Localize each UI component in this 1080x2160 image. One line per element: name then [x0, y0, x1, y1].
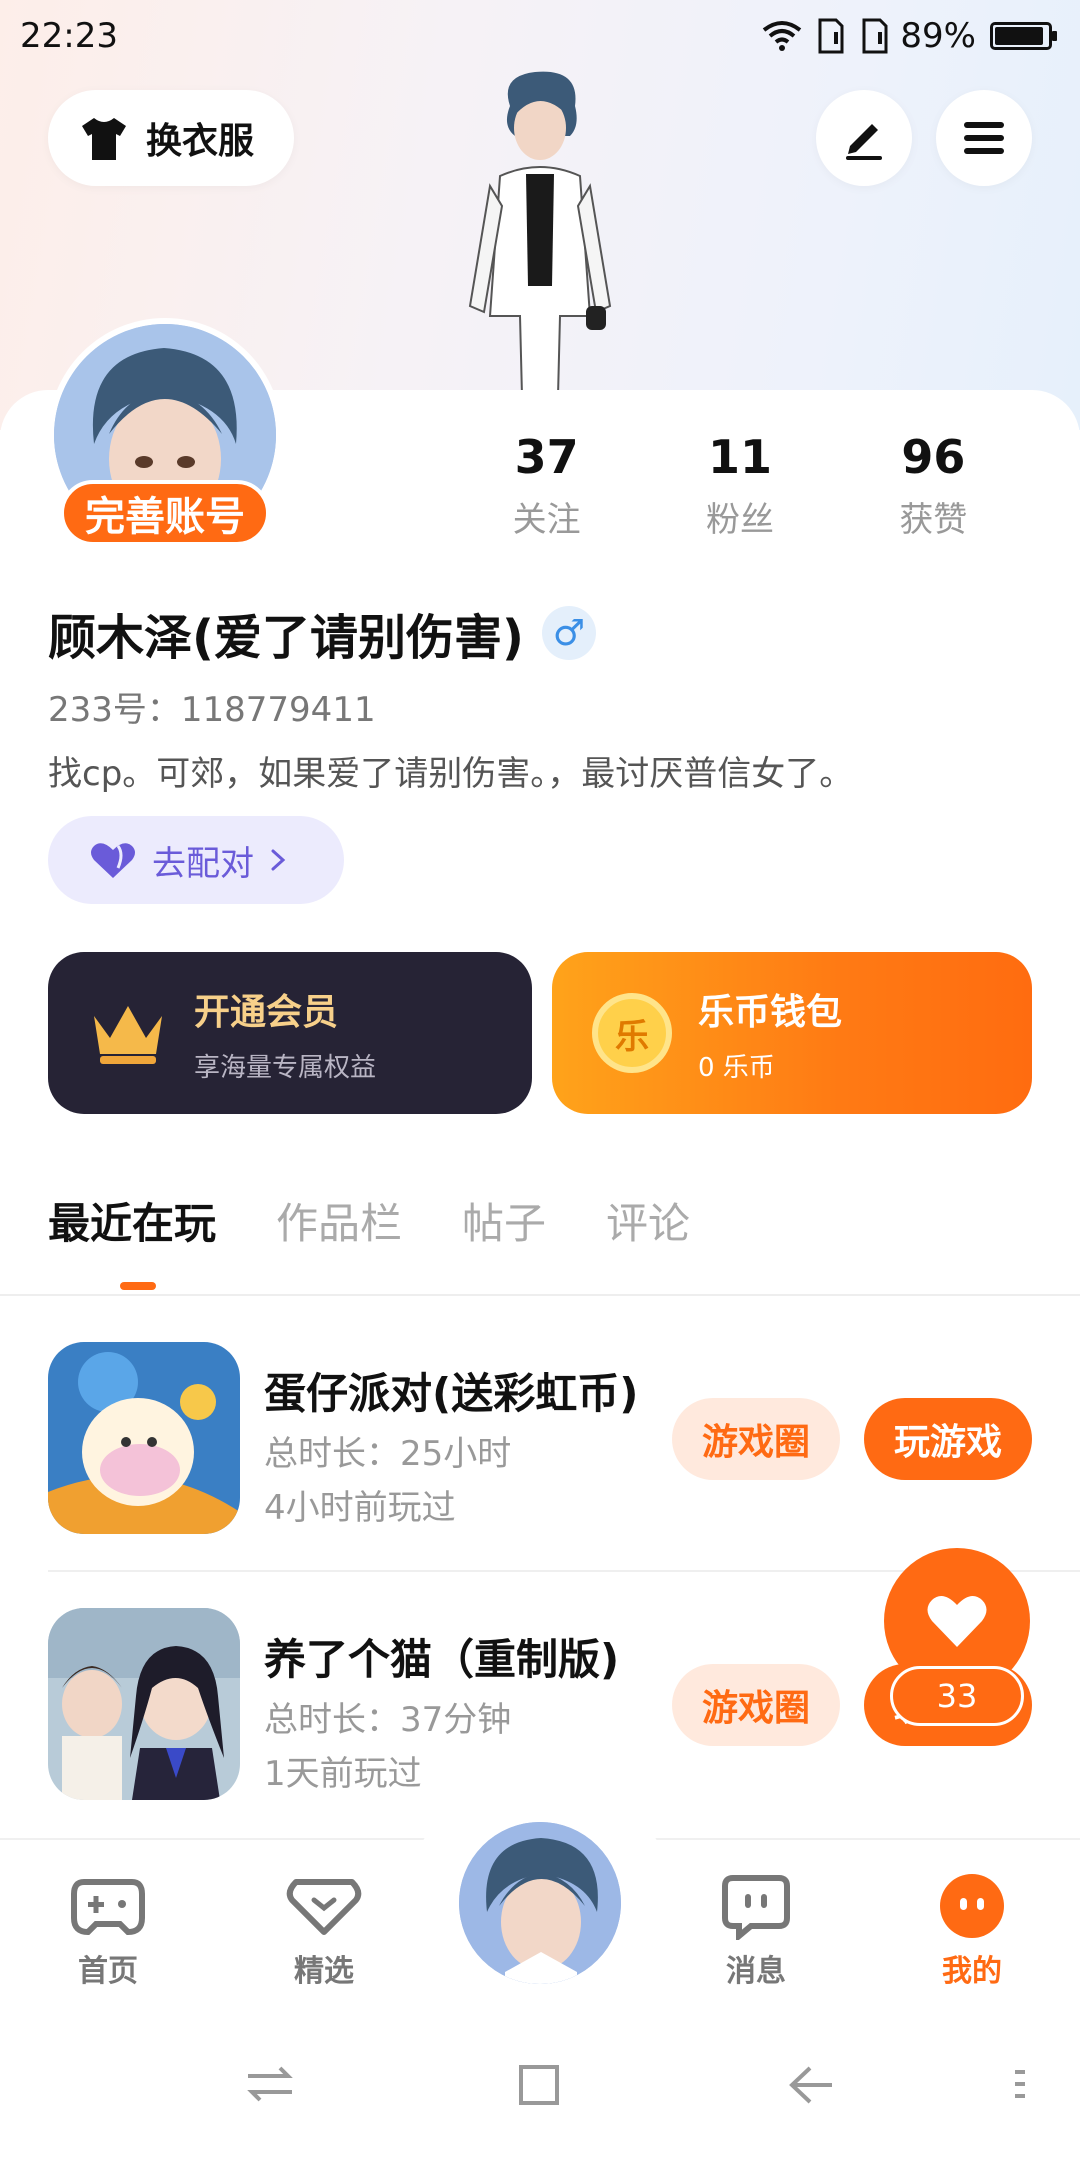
match-label: 去配对: [152, 843, 254, 884]
switch-app-icon[interactable]: [244, 2062, 296, 2106]
back-arrow-icon[interactable]: [786, 2062, 836, 2108]
game-duration: 总时长：37分钟: [264, 1700, 512, 1740]
game-last-played: 4小时前玩过: [264, 1488, 456, 1528]
match-button[interactable]: 去配对: [48, 816, 344, 904]
tab-recently-played[interactable]: 最近在玩: [48, 1190, 216, 1290]
change-outfit-label: 换衣服: [146, 121, 255, 162]
game-last-played: 1天前玩过: [264, 1754, 422, 1794]
pencil-icon: [846, 124, 882, 160]
game-duration: 总时长：25小时: [264, 1434, 512, 1474]
home-square-icon[interactable]: [516, 2062, 562, 2108]
stat-value: 11: [707, 430, 772, 484]
game-circle-button[interactable]: 游戏圈: [672, 1664, 840, 1746]
edit-button[interactable]: [816, 90, 912, 186]
status-time: 22:23: [20, 16, 118, 56]
nav-label: 我的: [942, 1954, 1002, 1989]
game-name: 养了个猫（重制版): [264, 1635, 620, 1684]
profile-tabs: 最近在玩 作品栏 帖子 评论: [48, 1190, 690, 1290]
stat-following[interactable]: 37 关注: [450, 430, 643, 541]
nav-home[interactable]: 首页: [38, 1870, 178, 1990]
stat-label: 粉丝: [705, 500, 774, 540]
profile-face-icon: [940, 1874, 1004, 1938]
status-bar: 22:23 89%: [0, 0, 1080, 72]
stat-label: 获赞: [899, 500, 968, 540]
profile-stats: 37 关注 11 粉丝 96 获赞: [490, 430, 1030, 541]
nav-profile[interactable]: 我的: [902, 1870, 1042, 1990]
battery-percent: 89%: [900, 16, 976, 56]
sim-card-icon: [818, 18, 844, 54]
username: 顾木泽(爱了请别伤害): [48, 610, 524, 666]
user-bio: 找cp。可郊，如果爱了请别伤害。，最讨厌普信女了。: [48, 754, 854, 794]
stat-value: 37: [514, 430, 579, 484]
sim-card-icon: [862, 18, 888, 54]
menu-button[interactable]: [936, 90, 1032, 186]
shirt-icon: [82, 118, 126, 160]
wallet-title: 乐币钱包: [698, 991, 843, 1033]
gamepad-icon: [71, 1879, 145, 1936]
nav-messages[interactable]: 消息: [686, 1870, 826, 1990]
wifi-icon: [763, 21, 802, 51]
system-navigation-bar: [0, 2018, 1080, 2160]
username-row: 顾木泽(爱了请别伤害) ♂: [48, 598, 596, 668]
nav-label: 首页: [78, 1954, 138, 1989]
game-icon: [48, 1342, 240, 1534]
nav-label: 消息: [726, 1954, 786, 1989]
coin-icon: 乐: [592, 993, 672, 1073]
stat-value: 96: [901, 430, 966, 484]
nav-label: 精选: [294, 1954, 354, 1989]
character-avatar-button[interactable]: [455, 1818, 625, 1988]
change-outfit-button[interactable]: 换衣服: [48, 90, 294, 186]
wallet-card[interactable]: 乐 乐币钱包 0 乐币: [552, 952, 1032, 1114]
divider: [0, 1294, 1080, 1296]
stat-followers[interactable]: 11 粉丝: [643, 430, 836, 541]
like-count: 33: [890, 1666, 1024, 1726]
character-figure[interactable]: [440, 66, 640, 396]
vip-title: 开通会员: [194, 991, 339, 1033]
tab-comments[interactable]: 评论: [606, 1190, 690, 1251]
game-icon: [48, 1608, 240, 1800]
wallet-balance: 0 乐币: [698, 1052, 775, 1083]
heart-icon: [927, 1596, 987, 1647]
male-gender-icon: ♂: [541, 606, 596, 660]
vip-membership-card[interactable]: 开通会员 享海量专属权益: [48, 952, 532, 1114]
stat-label: 关注: [512, 500, 581, 540]
user-id: 233号：118779411: [48, 690, 376, 730]
hamburger-menu-icon: [964, 122, 1004, 154]
battery-icon: [990, 22, 1057, 50]
play-game-button[interactable]: 玩游戏: [864, 1398, 1032, 1480]
character-avatar-image: [459, 1822, 621, 1984]
game-name: 蛋仔派对(送彩虹币): [264, 1369, 639, 1418]
tab-posts[interactable]: 帖子: [462, 1190, 546, 1251]
status-icons: 89%: [762, 16, 1057, 56]
stat-likes[interactable]: 96 获赞: [837, 430, 1030, 541]
vip-subtitle: 享海量专属权益: [194, 1052, 377, 1083]
nav-featured[interactable]: 精选: [254, 1870, 394, 1990]
heart-icon: [91, 843, 135, 878]
tab-works[interactable]: 作品栏: [276, 1190, 402, 1251]
game-circle-button[interactable]: 游戏圈: [672, 1398, 840, 1480]
list-item[interactable]: 蛋仔派对(送彩虹币) 总时长：25小时 4小时前玩过 游戏圈 玩游戏: [48, 1342, 1048, 1536]
heart-diamond-icon: [286, 1879, 362, 1935]
chat-bubble-icon: [722, 1875, 790, 1940]
more-icon[interactable]: [1012, 2062, 1028, 2108]
chevron-right-icon: [271, 849, 286, 871]
crown-icon: [94, 1006, 162, 1064]
complete-account-badge[interactable]: 完善账号: [60, 480, 270, 546]
